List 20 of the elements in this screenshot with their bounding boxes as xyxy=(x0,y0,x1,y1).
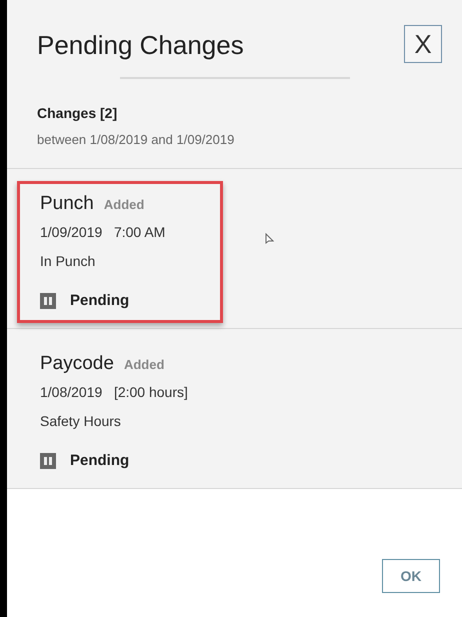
pause-icon xyxy=(40,453,56,470)
cursor-icon xyxy=(265,232,274,244)
date-range: between 1/08/2019 and 1/09/2019 xyxy=(37,131,236,149)
change-detail: 1/08/2019 [2:00 hours] xyxy=(40,383,189,402)
change-item[interactable]: Paycode Added 1/08/2019 [2:00 hours] Safety Hours Pending xyxy=(17,340,223,482)
dialog-title: Pending Changes xyxy=(37,29,244,62)
change-action: Added xyxy=(124,356,164,374)
changes-heading: Changes [2] xyxy=(37,104,118,123)
change-action: Added xyxy=(104,196,144,214)
change-detail: 1/09/2019 7:00 AM xyxy=(40,223,166,242)
ok-button[interactable]: OK xyxy=(382,559,440,593)
close-button[interactable]: X xyxy=(404,25,442,63)
change-status: Pending xyxy=(70,451,130,471)
change-description: Safety Hours xyxy=(40,412,122,431)
change-type: Punch xyxy=(40,192,94,216)
change-type: Paycode xyxy=(40,352,114,376)
change-item[interactable]: Punch Added 1/09/2019 7:00 AM In Punch Pending xyxy=(17,180,223,322)
change-status: Pending xyxy=(70,291,130,311)
change-description: In Punch xyxy=(40,252,96,271)
pause-icon xyxy=(40,293,56,310)
